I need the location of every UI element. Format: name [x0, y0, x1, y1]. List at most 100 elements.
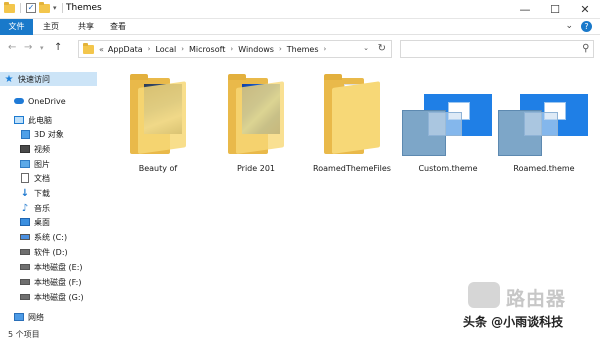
breadcrumb-local[interactable]: Local: [155, 45, 176, 54]
forward-arrow-icon[interactable]: →: [24, 42, 32, 53]
separator: [61, 3, 63, 13]
sidebar-item-label: 桌面: [34, 217, 50, 227]
navigation-bar: ← → ▾ ↑ « AppData › Local › Microsoft › …: [0, 36, 600, 62]
sidebar-item-pictures[interactable]: 图片: [0, 157, 97, 171]
drive-icon: [20, 234, 30, 240]
expand-ribbon-icon[interactable]: ⌄: [565, 21, 573, 32]
sidebar-item-label: 快速访问: [18, 74, 50, 84]
sidebar-item-network[interactable]: 网络: [0, 310, 97, 324]
file-name: RoamedThemeFiles: [313, 164, 391, 173]
file-item-custom-theme[interactable]: Custom.theme: [402, 72, 494, 174]
file-item-pride-201[interactable]: Pride 201: [210, 72, 302, 174]
search-icon[interactable]: ⚲: [582, 43, 589, 54]
sidebar-item-documents[interactable]: 文档: [0, 171, 97, 185]
back-arrow-icon[interactable]: ←: [8, 42, 16, 53]
chevron-right-icon[interactable]: ›: [324, 45, 327, 53]
sidebar-item-drive-e[interactable]: 本地磁盘 (E:): [0, 260, 97, 274]
minimize-button[interactable]: —: [510, 0, 540, 19]
drive-icon: [20, 279, 30, 285]
up-arrow-icon[interactable]: ↑: [54, 42, 62, 53]
sidebar-item-desktop[interactable]: 桌面: [0, 215, 97, 229]
address-bar[interactable]: « AppData › Local › Microsoft › Windows …: [78, 40, 392, 58]
sidebar-item-label: 下载: [34, 188, 50, 198]
sidebar-item-label: 本地磁盘 (G:): [34, 292, 84, 302]
ribbon: 文件 主页 共享 查看 ⌄ ?: [0, 19, 600, 35]
sidebar-item-this-pc[interactable]: 此电脑: [0, 113, 97, 127]
customize-dropdown-icon[interactable]: ▾: [53, 4, 57, 12]
window-title: Themes: [66, 3, 102, 13]
file-item-roamedthemefiles[interactable]: RoamedThemeFiles: [306, 72, 398, 174]
refresh-icon[interactable]: ↻: [378, 43, 386, 54]
folder-icon: [83, 42, 94, 54]
tab-share[interactable]: 共享: [74, 19, 98, 35]
search-input[interactable]: ⚲: [400, 40, 594, 58]
folder-icon: [4, 1, 15, 13]
sidebar-item-label: 本地磁盘 (E:): [34, 262, 83, 272]
chevron-right-icon[interactable]: ›: [230, 45, 233, 53]
breadcrumb-appdata[interactable]: AppData: [108, 45, 143, 54]
sidebar-item-videos[interactable]: 视频: [0, 142, 97, 156]
tab-view[interactable]: 查看: [106, 19, 130, 35]
properties-icon[interactable]: ✓: [26, 3, 36, 13]
star-icon: ★: [4, 73, 14, 85]
documents-icon: [21, 173, 29, 183]
sidebar-item-label: 文档: [34, 173, 50, 183]
file-name: Custom.theme: [418, 164, 478, 173]
maximize-button[interactable]: ☐: [540, 0, 570, 19]
network-icon: [14, 313, 24, 321]
pictures-icon: [20, 160, 30, 168]
sidebar-item-label: 软件 (D:): [34, 247, 68, 257]
sidebar-item-label: 此电脑: [28, 115, 52, 125]
sidebar-item-label: 音乐: [34, 203, 50, 213]
sidebar-item-downloads[interactable]: ↓ 下载: [0, 186, 97, 200]
file-name: Beauty of: [138, 164, 178, 173]
drive-icon: [20, 249, 30, 255]
sidebar-item-music[interactable]: ♪ 音乐: [0, 201, 97, 215]
help-icon[interactable]: ?: [581, 21, 592, 32]
navigation-pane: ★ 快速访问 OneDrive 此电脑 3D 对象 视频 图片 文档 ↓ 下载 …: [0, 66, 97, 326]
sidebar-item-label: 3D 对象: [34, 129, 64, 139]
chevron-right-icon[interactable]: ›: [181, 45, 184, 53]
drive-icon: [20, 294, 30, 300]
tab-home[interactable]: 主页: [39, 19, 63, 35]
breadcrumb-themes[interactable]: Themes: [287, 45, 319, 54]
tab-file[interactable]: 文件: [0, 19, 33, 35]
watermark-brand: 路由器: [506, 288, 567, 310]
sidebar-item-drive-f[interactable]: 本地磁盘 (F:): [0, 275, 97, 289]
sidebar-item-3d-objects[interactable]: 3D 对象: [0, 127, 97, 141]
new-folder-icon[interactable]: [39, 1, 50, 13]
breadcrumb-windows[interactable]: Windows: [238, 45, 274, 54]
watermark-logo-icon: [468, 282, 500, 308]
folder-icon: [324, 74, 380, 154]
sidebar-item-drive-g[interactable]: 本地磁盘 (G:): [0, 290, 97, 304]
desktop-icon: [20, 218, 30, 226]
sidebar-item-drive-c[interactable]: 系统 (C:): [0, 230, 97, 244]
watermark-credit: 头条 @小雨谈科技: [463, 315, 564, 329]
close-button[interactable]: ✕: [570, 0, 600, 19]
file-name: Roamed.theme: [513, 164, 575, 173]
file-item-beauty-of[interactable]: Beauty of: [112, 72, 204, 174]
sidebar-item-label: 网络: [28, 312, 44, 322]
download-icon: ↓: [20, 187, 30, 199]
breadcrumb-overflow[interactable]: «: [99, 45, 104, 54]
drive-icon: [20, 264, 30, 270]
chevron-right-icon[interactable]: ›: [279, 45, 282, 53]
folder-icon: [228, 74, 284, 154]
sidebar-item-quick-access[interactable]: ★ 快速访问: [0, 72, 97, 86]
folder-icon: [130, 74, 186, 154]
sidebar-item-onedrive[interactable]: OneDrive: [0, 94, 97, 108]
sidebar-item-label: 本地磁盘 (F:): [34, 277, 82, 287]
address-dropdown-icon[interactable]: ⌄: [363, 44, 369, 52]
theme-icon: [402, 94, 492, 156]
sidebar-item-label: 系统 (C:): [34, 232, 68, 242]
cloud-icon: [14, 98, 24, 104]
file-name: Pride 201: [236, 164, 275, 173]
sidebar-item-drive-d[interactable]: 软件 (D:): [0, 245, 97, 259]
status-bar: 5 个项目: [0, 328, 600, 342]
recent-locations-icon[interactable]: ▾: [40, 44, 44, 52]
3d-objects-icon: [20, 129, 30, 139]
file-item-roamed-theme[interactable]: Roamed.theme: [498, 72, 590, 174]
breadcrumb-microsoft[interactable]: Microsoft: [189, 45, 225, 54]
chevron-right-icon[interactable]: ›: [148, 45, 151, 53]
pc-icon: [14, 116, 24, 124]
